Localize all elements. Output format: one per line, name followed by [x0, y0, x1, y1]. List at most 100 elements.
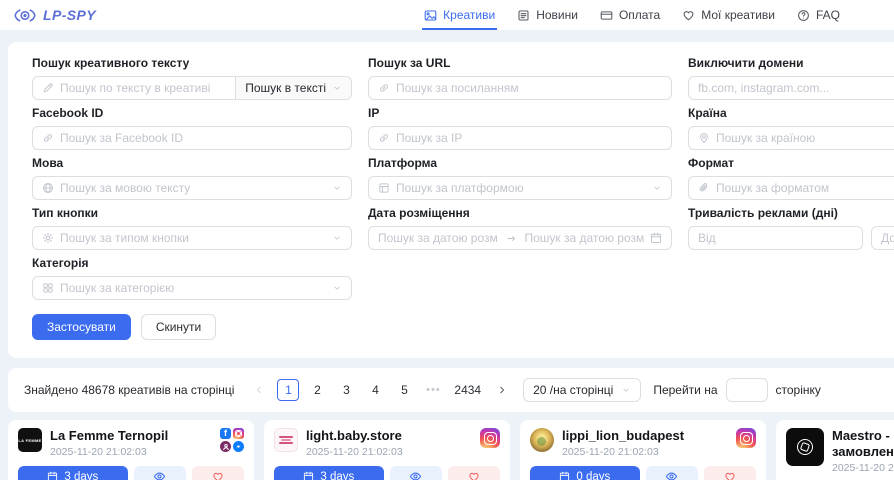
nav-label: Новини [536, 8, 578, 22]
creative-text-input[interactable] [60, 81, 226, 95]
favorite-button[interactable] [704, 466, 756, 480]
field-label: Тривалість реклами (дні) [688, 206, 894, 220]
calendar-icon [47, 471, 58, 480]
pagination-page-last[interactable]: 2434 [451, 379, 484, 401]
exclude-domains-input[interactable] [698, 81, 894, 95]
reset-button[interactable]: Скинути [141, 314, 216, 340]
creative-text-field: Пошук креативного тексту Пошук в тексті [32, 56, 352, 100]
button-type-field: Тип кнопки Пошук за типом кнопки [32, 206, 352, 250]
social-icons [736, 428, 756, 448]
profile-icon[interactable] [220, 441, 231, 452]
category-select[interactable]: Пошук за категорією [32, 276, 352, 300]
views-button[interactable] [390, 466, 442, 480]
pagination-page-3[interactable]: 3 [335, 379, 357, 401]
credit-card-icon [600, 9, 613, 22]
format-select[interactable]: Пошук за форматом [688, 176, 894, 200]
nav-item-payment[interactable]: Оплата [600, 0, 660, 30]
heart-icon [212, 471, 224, 480]
per-page-select[interactable]: 20 /на сторінці [523, 378, 641, 402]
date-to-placeholder[interactable]: Пошук за датою розміщення [525, 231, 645, 245]
pagination-page-4[interactable]: 4 [364, 379, 386, 401]
duration-from-input[interactable] [698, 231, 853, 245]
category-grid-icon [42, 282, 54, 294]
category-placeholder: Пошук за категорією [60, 281, 174, 295]
creative-card[interactable]: LA FEMME La Femme Ternopil 2025-11-20 21… [8, 420, 254, 480]
url-input[interactable] [396, 81, 662, 95]
instagram-icon[interactable] [736, 428, 756, 448]
nav-item-news[interactable]: Новини [517, 0, 578, 30]
date-from-placeholder[interactable]: Пошук за датою розміщення [378, 231, 498, 245]
field-label: Тип кнопки [32, 206, 352, 220]
card-title: Maestro - кухні, меблі на замовлення в У… [832, 428, 894, 460]
calendar-icon [559, 471, 570, 480]
field-label: Facebook ID [32, 106, 352, 120]
field-label: Мова [32, 156, 352, 170]
per-page-value: 20 /на сторінці [533, 383, 613, 397]
nav-item-my-creatives[interactable]: Мої креативи [682, 0, 775, 30]
ip-field: IP [368, 106, 672, 150]
views-button[interactable] [646, 466, 698, 480]
category-field: Категорія Пошук за категорією [32, 256, 352, 300]
url-input-wrap [368, 76, 672, 100]
date-range-picker[interactable]: Пошук за датою розміщення Пошук за датою… [368, 226, 672, 250]
pagination-page-5[interactable]: 5 [393, 379, 415, 401]
ip-input-wrap [368, 126, 672, 150]
views-button[interactable] [134, 466, 186, 480]
chevron-right-icon [497, 385, 507, 395]
creative-card[interactable]: Maestro - кухні, меблі на замовлення в У… [776, 420, 894, 480]
facebook-icon[interactable]: f [220, 428, 231, 439]
card-title: lippi_lion_budapest [562, 428, 684, 444]
field-label: Дата розміщення [368, 206, 672, 220]
search-mode-select[interactable]: Пошук в тексті [236, 76, 352, 100]
country-input[interactable] [716, 131, 894, 145]
days-active-button[interactable]: 3 days [274, 466, 384, 480]
messenger-icon[interactable] [233, 441, 244, 452]
creative-card[interactable]: lippi_lion_budapest 2025-11-20 21:02:03 … [520, 420, 766, 480]
platform-select[interactable]: Пошук за платформою [368, 176, 672, 200]
pencil-icon [42, 82, 54, 94]
button-type-select[interactable]: Пошук за типом кнопки [32, 226, 352, 250]
duration-to-input[interactable] [881, 231, 894, 245]
favorite-button[interactable] [448, 466, 500, 480]
top-header: LP-SPY Креативи Новини Оплата [0, 0, 894, 30]
nav-item-faq[interactable]: FAQ [797, 0, 840, 30]
logo[interactable]: LP-SPY [14, 7, 96, 23]
pagination-next[interactable] [491, 379, 513, 401]
card-timestamp: 2025-11-20 21:02:03 [562, 446, 684, 458]
nav-label: FAQ [816, 8, 840, 22]
facebook-id-input[interactable] [60, 131, 342, 145]
card-title: light.baby.store [306, 428, 403, 444]
apply-button[interactable]: Застосувати [32, 314, 131, 340]
days-active-button[interactable]: 3 days [18, 466, 128, 480]
country-select[interactable] [688, 126, 894, 150]
facebook-id-input-wrap [32, 126, 352, 150]
paperclip-icon [698, 182, 710, 194]
creative-card[interactable]: light.baby.store 2025-11-20 21:02:03 3 d… [264, 420, 510, 480]
brand-avatar [274, 428, 298, 452]
card-timestamp: 2025-11-20 21:02:03 [50, 446, 168, 458]
nav-label: Креативи [443, 8, 495, 22]
brand-avatar: LA FEMME [18, 428, 42, 452]
creatives-list: LA FEMME La Femme Ternopil 2025-11-20 21… [8, 420, 894, 480]
link-icon [378, 132, 390, 144]
pagination-ellipsis[interactable]: ••• [422, 379, 444, 401]
ip-input[interactable] [396, 131, 662, 145]
field-label: Виключити домени [688, 56, 894, 70]
chevron-down-icon [332, 83, 342, 93]
language-select[interactable]: Пошук за мовою тексту [32, 176, 352, 200]
pagination-page-1[interactable]: 1 [277, 379, 299, 401]
nav-item-creatives[interactable]: Креативи [424, 0, 495, 30]
search-mode-value: Пошук в тексті [245, 81, 326, 95]
pagination-prev[interactable] [248, 379, 270, 401]
instagram-icon[interactable] [480, 428, 500, 448]
goto-suffix: сторінку [776, 383, 821, 397]
favorite-button[interactable] [192, 466, 244, 480]
pagination-page-2[interactable]: 2 [306, 379, 328, 401]
days-active-button[interactable]: 0 days [530, 466, 640, 480]
eye-icon [409, 470, 422, 480]
button-type-placeholder: Пошук за типом кнопки [60, 231, 189, 245]
social-icons: f [220, 428, 244, 452]
calendar-icon [303, 471, 314, 480]
goto-page-input[interactable] [726, 378, 768, 402]
instagram-icon[interactable] [233, 428, 244, 439]
